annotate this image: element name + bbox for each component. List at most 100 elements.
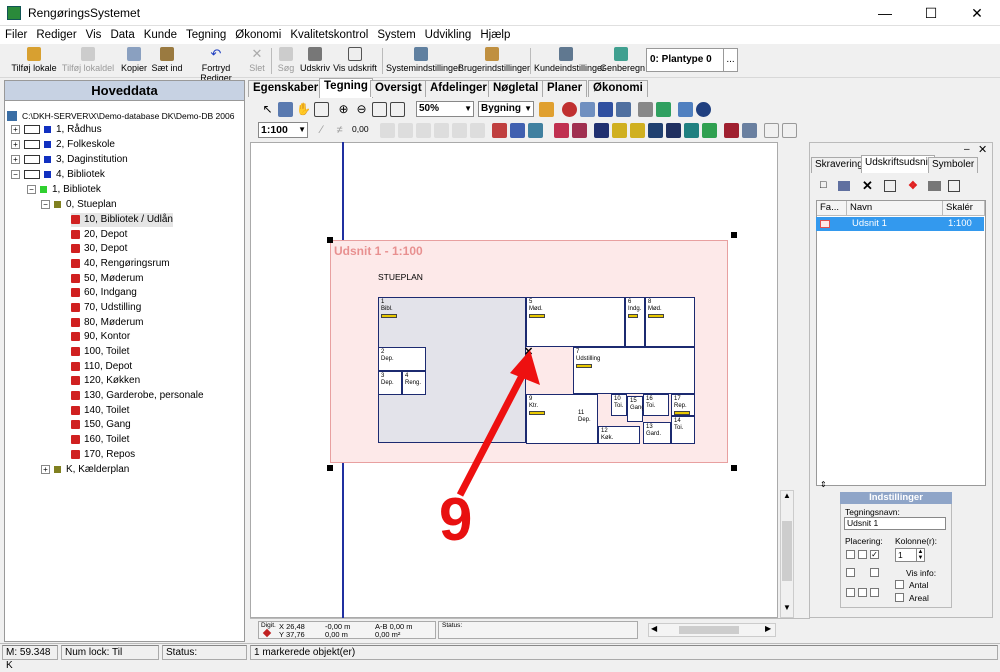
placement-checkbox[interactable] — [846, 588, 855, 597]
menu-okonomi[interactable]: Økonomi — [230, 26, 285, 43]
resize-handle[interactable] — [731, 465, 737, 471]
snap-icon[interactable] — [380, 123, 395, 138]
paste-button[interactable]: Sæt ind — [150, 46, 184, 76]
antal-checkbox[interactable] — [895, 580, 904, 589]
pan-icon[interactable]: ✋ — [296, 102, 311, 117]
tab-afdelinger[interactable]: Afdelinger — [425, 80, 492, 97]
print-preview-button[interactable]: Vis udskrift — [333, 46, 377, 76]
tab-symboler[interactable]: Symboler — [928, 157, 979, 173]
menu-tegning[interactable]: Tegning — [181, 26, 230, 43]
expand-icon[interactable]: + — [41, 464, 50, 474]
room-kok[interactable]: 12 Køk. — [598, 426, 640, 444]
tree-room[interactable]: 30, Depot — [71, 242, 127, 256]
plantype-more-button[interactable]: ... — [723, 49, 737, 71]
collapse-icon[interactable]: − — [27, 184, 36, 194]
tree-sub-building[interactable]: − 1, Bibliotek — [27, 183, 101, 197]
tab-skravering[interactable]: Skravering — [811, 157, 867, 173]
tree-building-3[interactable]: +3, Daginstitution — [11, 153, 128, 167]
label-2-icon[interactable] — [630, 123, 645, 138]
zoom-extents-icon[interactable] — [372, 102, 387, 117]
placement-checkbox[interactable] — [858, 550, 867, 559]
print-button[interactable]: Udskriv — [299, 46, 331, 76]
mirror-icon[interactable] — [470, 123, 485, 138]
grid-icon[interactable] — [598, 102, 613, 117]
expand-icon[interactable]: + — [11, 139, 20, 149]
collapse-icon[interactable]: − — [11, 169, 20, 179]
placement-checkbox[interactable] — [870, 568, 879, 577]
pin-icon[interactable]: – — [964, 144, 970, 155]
green-icon[interactable] — [702, 123, 717, 138]
menu-udvikling[interactable]: Udvikling — [420, 26, 476, 43]
room-udstilling[interactable]: 7 Udstilling — [573, 347, 695, 394]
list-item[interactable]: Udsnit 1 1:100 — [816, 217, 984, 231]
tab-tegning[interactable]: Tegning — [319, 78, 373, 98]
search-button[interactable]: Søg — [275, 46, 297, 76]
room-mod-5[interactable]: 5 Mød. — [526, 297, 625, 347]
user-settings-button[interactable]: Brugerindstillinger — [458, 46, 530, 76]
tab-okonomi[interactable]: Økonomi — [588, 80, 648, 97]
tree-room[interactable]: 130, Garderobe, personale — [71, 389, 204, 403]
tree-building-2[interactable]: +2, Folkeskole — [11, 138, 115, 152]
system-settings-button[interactable]: Systemindstillinger — [386, 46, 461, 76]
layer-select[interactable]: Bygning ▼ — [478, 101, 534, 117]
delete-icon[interactable]: ✕ — [862, 178, 873, 194]
room-toi-16[interactable]: 16 Toi. — [643, 394, 669, 416]
tab-noegletal[interactable]: Nøgletal — [488, 80, 544, 97]
sync-icon[interactable] — [562, 102, 577, 117]
room-dep-3[interactable]: 3 Dep. — [378, 371, 402, 395]
room-dep-2[interactable]: 2 Dep. — [378, 347, 426, 371]
calendar-icon[interactable] — [539, 102, 554, 117]
close-panel-icon[interactable]: ✕ — [978, 143, 987, 156]
placement-checkbox[interactable]: ✓ — [870, 550, 879, 559]
line-style-icon[interactable]: ≠ — [332, 123, 347, 138]
scroll-down-icon[interactable]: ▼ — [781, 603, 793, 617]
canvas-vertical-scrollbar[interactable]: ▲ ▼ — [780, 490, 794, 618]
canvas-horizontal-scrollbar[interactable]: ◀ ▶ — [648, 623, 776, 637]
tree-room[interactable]: 80, Møderum — [71, 316, 143, 330]
eye-icon[interactable] — [572, 123, 587, 138]
scroll-left-icon[interactable]: ◀ — [651, 624, 657, 633]
line-icon[interactable]: ∕ — [314, 123, 329, 138]
pointer-icon[interactable]: ↖ — [260, 102, 275, 117]
placement-checkbox[interactable] — [846, 568, 855, 577]
room-rep[interactable]: 17 Rep. — [671, 394, 695, 416]
user-icon[interactable] — [696, 102, 711, 117]
expand-icon[interactable]: + — [11, 124, 20, 134]
menu-system[interactable]: System — [372, 26, 419, 43]
tree-basement[interactable]: + K, Kælderplan — [41, 463, 129, 477]
room-indg[interactable]: 6 Indg. — [625, 297, 645, 347]
scroll-thumb[interactable] — [782, 521, 792, 581]
menu-hjaelp[interactable]: Hjælp — [475, 26, 514, 43]
room-gard[interactable]: 13 Gard. — [643, 422, 671, 444]
tree-floor[interactable]: − 0, Stueplan — [41, 198, 117, 212]
layers-icon[interactable] — [580, 102, 595, 117]
draw-icon[interactable] — [278, 102, 293, 117]
frame-2-icon[interactable] — [782, 123, 797, 138]
column-header-name[interactable]: Navn — [847, 201, 943, 216]
tree-room[interactable]: 160, Toilet — [71, 433, 129, 447]
room-reng[interactable]: 4 Reng. — [402, 371, 426, 395]
maximize-button[interactable]: ☐ — [908, 0, 954, 26]
placement-checkbox[interactable] — [870, 588, 879, 597]
column-header-scale[interactable]: Skalér — [943, 201, 985, 216]
checklist-icon[interactable] — [528, 123, 543, 138]
menu-vis[interactable]: Vis — [81, 26, 106, 43]
add-room-button[interactable]: Tilføj lokale — [10, 46, 58, 76]
columns-stepper[interactable]: 1 ▲ ▼ — [895, 548, 925, 562]
tools-icon[interactable] — [638, 102, 653, 117]
frame-icon[interactable] — [764, 123, 779, 138]
move-icon[interactable] — [398, 123, 413, 138]
symbol-icon[interactable] — [666, 123, 681, 138]
print-area-icon[interactable] — [742, 123, 757, 138]
building-red-icon[interactable] — [724, 123, 739, 138]
cut-icon[interactable] — [434, 123, 449, 138]
drawing-name-input[interactable]: Udsnit 1 — [844, 517, 946, 530]
edit-icon[interactable] — [416, 123, 431, 138]
zoom-select[interactable]: 50% ▼ — [416, 101, 474, 117]
splitter-icon[interactable]: ⇕ — [820, 480, 827, 489]
copy-button[interactable]: Kopier — [120, 46, 148, 76]
zoom-window-icon[interactable] — [314, 102, 329, 117]
tree-room[interactable]: 40, Rengøringsrum — [71, 257, 170, 271]
pages-icon[interactable] — [678, 102, 693, 117]
tab-egenskaber[interactable]: Egenskaber — [248, 80, 324, 97]
